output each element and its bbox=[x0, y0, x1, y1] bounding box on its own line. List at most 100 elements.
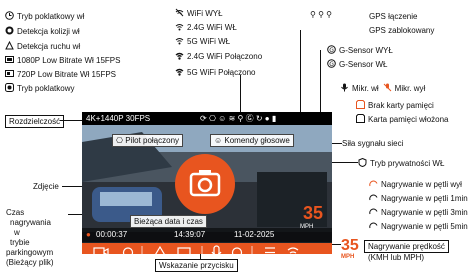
legend-text: G-Sensor WŁ bbox=[339, 60, 388, 69]
video-button-icon[interactable] bbox=[93, 247, 105, 254]
mic-button-icon[interactable] bbox=[213, 245, 220, 254]
speed-label-line2: (KMH lub MPH) bbox=[368, 253, 425, 262]
parking-button-icon[interactable] bbox=[231, 247, 243, 254]
legend-text: Nagrywanie w pętli 3min bbox=[381, 208, 468, 217]
legend-text: Detekcja kolizji wł bbox=[17, 27, 80, 36]
legend-text: Nagrywanie w pętli wył bbox=[381, 180, 462, 189]
legend-text: 2.4G WiFi Połączono bbox=[187, 52, 263, 61]
privacy-icon bbox=[358, 157, 367, 168]
legend-text: Tryb poklatkowy wł bbox=[17, 12, 85, 21]
timelapse-icon bbox=[5, 11, 14, 20]
loop-3min-icon bbox=[369, 207, 378, 216]
legend-loop-5: Nagrywanie w pętli 5min bbox=[369, 221, 468, 232]
card-status-icon: ▮ bbox=[271, 114, 277, 123]
time-left-line: trybie bbox=[10, 238, 30, 247]
legend-privacy: Tryb prywatności WŁ bbox=[358, 157, 445, 169]
legend-wifi-off: WiFi WYŁ bbox=[175, 8, 223, 19]
legend-text: 1080P Low Bitrate Wł 15FPS bbox=[17, 56, 121, 65]
gsensor-on-icon: G bbox=[327, 59, 336, 68]
legend-card-inserted: Karta pamięci włożona bbox=[356, 114, 448, 125]
legend-text: G-Sensor WYŁ bbox=[339, 46, 393, 55]
legend-collision-on: Detekcja kolizji wł bbox=[5, 26, 80, 37]
legend-wifi-24-connected: 2.4G WiFi Połączono bbox=[175, 51, 262, 62]
legend-timelapse: Tryb poklatkowy bbox=[5, 83, 75, 94]
legend-wifi-5-on: 5G WiFi WŁ bbox=[175, 36, 230, 47]
time-left-line: nagrywania bbox=[10, 218, 51, 227]
button-bar bbox=[82, 243, 332, 254]
legend-loop-off: Nagrywanie w pętli wył bbox=[369, 179, 462, 190]
connector bbox=[200, 254, 201, 260]
legend-wifi-5-connected: 5G WiFi Połączono bbox=[175, 67, 255, 78]
connector bbox=[300, 30, 301, 112]
wifi-button-icon[interactable] bbox=[287, 247, 299, 254]
time-left-line: parkingowym bbox=[6, 248, 54, 257]
speed-value: 35 bbox=[303, 203, 324, 223]
wifi-24-connected-icon bbox=[175, 51, 184, 60]
rec-dot-icon: ● bbox=[86, 230, 91, 239]
time-left-line: w bbox=[14, 228, 20, 237]
buttons-label: Wskazanie przycisku bbox=[155, 259, 238, 272]
connector bbox=[332, 162, 358, 163]
camera-topbar: 4K+1440P 30FPS ⟳ ⎔ ☺ ≋ ⚲ Ⓖ ↻ ● ▮ bbox=[82, 112, 332, 125]
pilot-icon: ⎔ bbox=[116, 136, 126, 145]
satellite-icon: ⚲ ⚲ ⚲ bbox=[310, 10, 333, 19]
speed-label-line1: Nagrywanie prędkość bbox=[368, 242, 445, 251]
svg-text:G: G bbox=[329, 61, 334, 68]
gallery-button-icon[interactable] bbox=[177, 247, 191, 254]
camera-preview: 4K+1440P 30FPS ⟳ ⎔ ☺ ≋ ⚲ Ⓖ ↻ ● ▮ ⎔ Pilot… bbox=[82, 112, 332, 254]
mic-status-icon: ● bbox=[264, 114, 270, 123]
legend-text: Tryb prywatności WŁ bbox=[370, 159, 445, 168]
legend-text: Detekcja ruchu wł bbox=[17, 42, 81, 51]
timelapse-status-icon: ⟳ bbox=[200, 114, 207, 123]
legend-text: 5G WiFi WŁ bbox=[187, 37, 231, 46]
legend-text: Tryb poklatkowy bbox=[17, 84, 75, 93]
wifi-off-icon bbox=[175, 8, 184, 17]
legend-timelapse-on: Tryb poklatkowy wł bbox=[5, 11, 84, 22]
wifi-5-icon bbox=[175, 36, 184, 45]
camera-icon bbox=[189, 170, 221, 197]
svg-text:G: G bbox=[329, 47, 334, 54]
legend-text: Nagrywanie w pętli 1min bbox=[381, 194, 468, 203]
photo-label: Zdjęcie bbox=[33, 182, 59, 191]
contrast-button-icon[interactable] bbox=[122, 247, 134, 254]
voice-status-icon: ☺ bbox=[218, 114, 227, 123]
voice-chip: ☺ Komendy głosowe bbox=[210, 134, 294, 147]
collision-icon bbox=[5, 26, 14, 35]
legend-gsensor-off: G G-Sensor WYŁ bbox=[327, 45, 393, 56]
legend-text: Mikr. wł bbox=[352, 84, 379, 93]
legend-1080p: 1080P Low Bitrate Wł 15FPS bbox=[5, 55, 120, 66]
voice-icon: ☺ bbox=[214, 136, 225, 145]
loop-1min-icon bbox=[369, 193, 378, 202]
legend-text: Karta pamięci włożona bbox=[368, 115, 449, 124]
resolution-label: Rozdzielczość bbox=[5, 115, 65, 128]
status-row: ● 00:00:37 14:39:07 11-02-2025 bbox=[82, 228, 332, 242]
photo-button[interactable] bbox=[175, 154, 235, 214]
legend-signal: Siła sygnału sieci bbox=[342, 139, 404, 148]
connector bbox=[60, 120, 82, 121]
loop-status-icon: ↻ bbox=[255, 114, 263, 123]
legend-text: 5G WiFi Połączono bbox=[187, 68, 256, 77]
legend-loop-1: Nagrywanie w pętli 1min bbox=[369, 193, 468, 204]
warning-button-icon[interactable] bbox=[154, 245, 166, 254]
lowbitrate-720-icon bbox=[5, 69, 14, 78]
status-icons: ⟳ ⎔ ☺ ≋ ⚲ Ⓖ ↻ ● ▮ bbox=[200, 112, 276, 125]
speed-legend-unit: MPH bbox=[341, 254, 355, 260]
pilot-status-icon: ⎔ bbox=[208, 114, 216, 123]
legend-text: WiFi WYŁ bbox=[187, 9, 223, 18]
pilot-chip: ⎔ Pilot połączony bbox=[112, 134, 184, 147]
no-card-icon bbox=[356, 100, 365, 109]
legend-loop-3: Nagrywanie w pętli 3min bbox=[369, 207, 468, 218]
mic-on-icon bbox=[340, 83, 349, 92]
legend-no-card: Brak karty pamięci bbox=[356, 100, 434, 111]
legend-gsensor-on: G G-Sensor WŁ bbox=[327, 59, 387, 70]
connector bbox=[332, 244, 341, 245]
wifi-status-icon: ≋ bbox=[228, 114, 236, 123]
lowbitrate-1080-icon bbox=[5, 55, 14, 64]
legend-text: 720P Low Bitrate Wł 15FPS bbox=[17, 70, 117, 79]
pilot-text: Pilot połączony bbox=[125, 136, 180, 145]
legend-mic: Mikr. wł Mikr. wył bbox=[340, 83, 425, 94]
legend-text: Brak karty pamięci bbox=[368, 101, 434, 110]
legend-motion-on: Detekcja ruchu wł bbox=[5, 40, 81, 52]
legend-wifi-24-on: 2.4G WiFi WŁ bbox=[175, 22, 237, 33]
gsensor-status-icon: Ⓖ bbox=[245, 114, 254, 123]
